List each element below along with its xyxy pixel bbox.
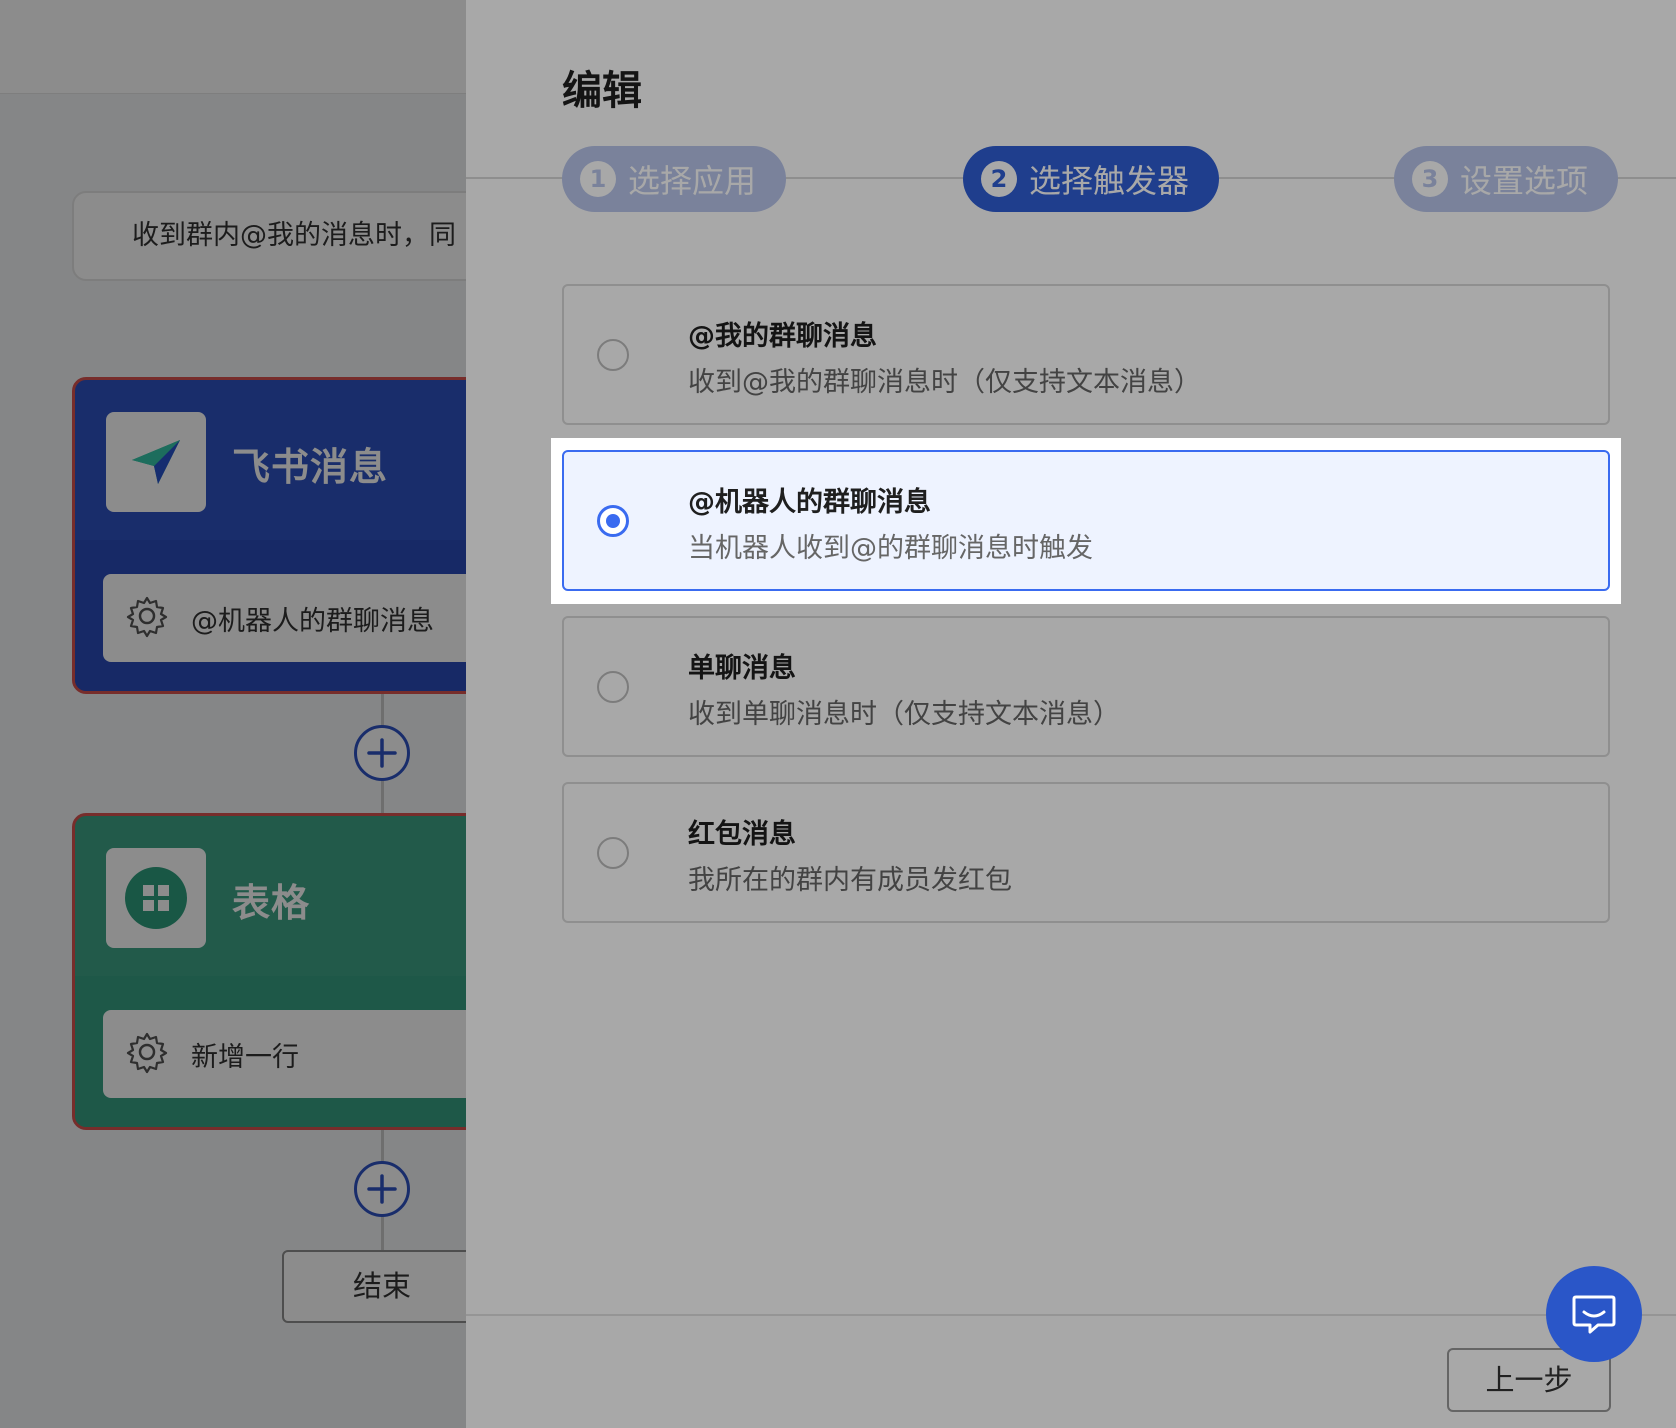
footer-divider [466, 1314, 1676, 1316]
node-sheet[interactable]: 表格 新增一行 [72, 813, 466, 1130]
option-description: 当机器人收到@的群聊消息时触发 [688, 533, 1093, 564]
option-description: 我所在的群内有成员发红包 [688, 865, 1012, 896]
node-title: 表格 [232, 881, 311, 925]
step-set-options[interactable]: 3 设置选项 [1394, 146, 1619, 212]
flow-description[interactable]: 收到群内@我的消息时，同 [72, 191, 466, 281]
node-action[interactable]: @机器人的群聊消息 [103, 574, 466, 662]
drawer-title: 编辑 [562, 68, 642, 114]
option-title: 单聊消息 [688, 653, 796, 684]
trigger-option-red-packet[interactable]: 红包消息 我所在的群内有成员发红包 [562, 782, 1610, 923]
add-step-button[interactable] [354, 1161, 410, 1217]
paper-plane-icon [106, 412, 206, 512]
node-action-label: @机器人的群聊消息 [191, 605, 434, 637]
trigger-option-group-at-me[interactable]: @我的群聊消息 收到@我的群聊消息时（仅支持文本消息） [562, 284, 1610, 425]
end-node: 结束 [282, 1250, 466, 1323]
sheet-grid-icon [106, 848, 206, 948]
step-number: 3 [1412, 161, 1448, 197]
step-select-app[interactable]: 1 选择应用 [562, 146, 787, 212]
gear-icon [125, 1030, 169, 1078]
chat-bubble-icon [1572, 1295, 1616, 1334]
trigger-option-direct-message[interactable]: 单聊消息 收到单聊消息时（仅支持文本消息） [562, 616, 1610, 757]
step-number: 1 [580, 161, 616, 197]
flow-canvas: 收到群内@我的消息时，同 飞书消息 @机器人的群聊消息 表格 新增一行 结束 [0, 0, 466, 1428]
add-step-button[interactable] [354, 725, 410, 781]
edit-drawer: 编辑 1 选择应用 2 选择触发器 3 设置选项 @我的群聊消息 收到@我的群聊… [466, 0, 1676, 1428]
step-select-trigger[interactable]: 2 选择触发器 [963, 146, 1220, 212]
option-title: @机器人的群聊消息 [688, 487, 931, 518]
plus-icon [367, 738, 397, 768]
option-description: 收到@我的群聊消息时（仅支持文本消息） [688, 367, 1201, 398]
radio-button-selected[interactable] [597, 505, 629, 537]
step-number: 2 [981, 161, 1017, 197]
canvas-header [0, 0, 466, 94]
option-description: 收到单聊消息时（仅支持文本消息） [688, 699, 1120, 730]
node-action-label: 新增一行 [191, 1041, 299, 1073]
node-title: 飞书消息 [232, 445, 389, 489]
radio-button[interactable] [597, 837, 629, 869]
radio-button[interactable] [597, 339, 629, 371]
step-label: 设置选项 [1460, 162, 1589, 200]
gear-icon [125, 594, 169, 642]
radio-button[interactable] [597, 671, 629, 703]
node-feishu-message[interactable]: 飞书消息 @机器人的群聊消息 [72, 377, 466, 694]
node-action[interactable]: 新增一行 [103, 1010, 466, 1098]
step-label: 选择应用 [628, 162, 757, 200]
trigger-option-group-at-bot[interactable]: @机器人的群聊消息 当机器人收到@的群聊消息时触发 [562, 450, 1610, 591]
chat-help-button[interactable] [1546, 1266, 1642, 1362]
step-label: 选择触发器 [1029, 162, 1190, 200]
option-title: 红包消息 [688, 819, 796, 850]
plus-icon [367, 1174, 397, 1204]
option-title: @我的群聊消息 [688, 321, 877, 352]
